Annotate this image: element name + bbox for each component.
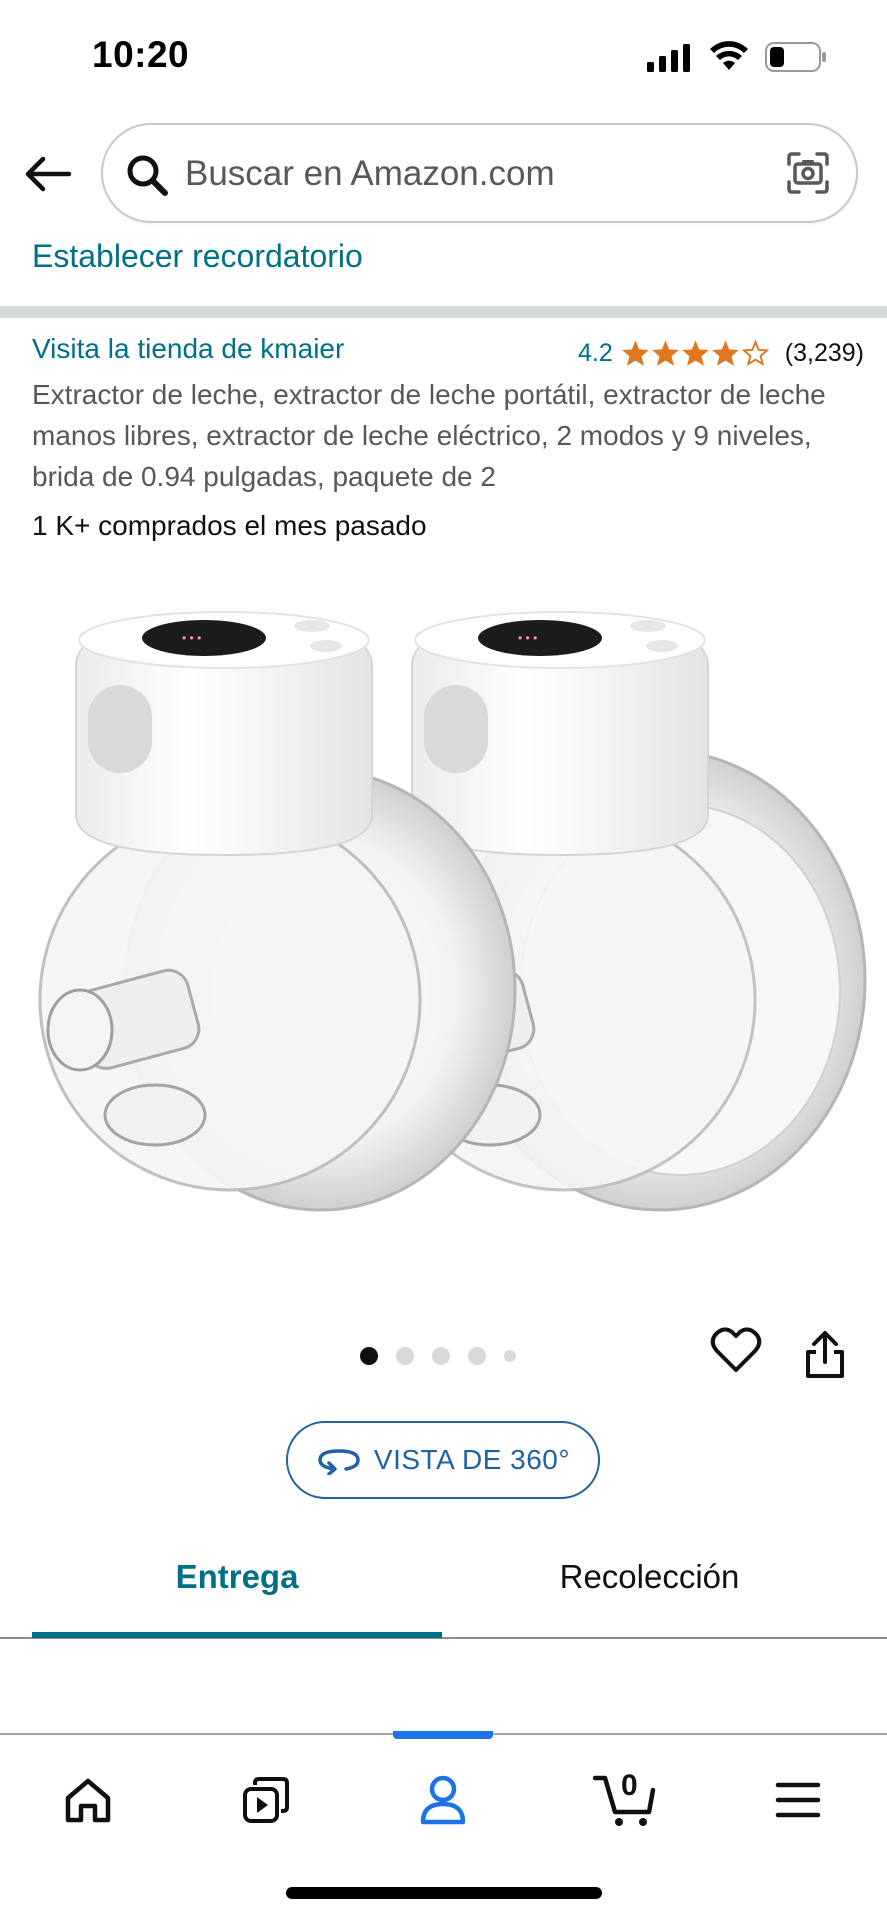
carousel-dot[interactable] — [432, 1347, 450, 1365]
nav-cart[interactable]: 0 — [585, 1765, 665, 1835]
svg-text:• • •: • • • — [518, 631, 537, 645]
svg-text:• • •: • • • — [182, 631, 201, 645]
view-360-label: VISTA DE 360° — [373, 1444, 571, 1475]
rating-stars — [621, 339, 771, 367]
star-full-icon — [681, 340, 709, 366]
search-input[interactable] — [185, 145, 745, 203]
menu-icon — [775, 1782, 821, 1818]
rating-summary[interactable]: 4.2 (3,239) — [578, 337, 864, 369]
rating-count: (3,239) — [784, 338, 864, 367]
carousel-dot[interactable] — [360, 1347, 378, 1365]
back-button[interactable] — [22, 148, 74, 200]
product-title: Extractor de leche, extractor de leche p… — [32, 379, 826, 492]
visit-store-link[interactable]: Visita la tienda de kmaier — [32, 333, 344, 365]
battery-icon — [765, 42, 826, 72]
home-icon — [65, 1778, 111, 1823]
heart-icon — [710, 1327, 762, 1372]
cellular-signal-icon — [647, 44, 690, 72]
tab-pickup[interactable]: Recolección — [442, 1558, 857, 1608]
carousel-dot[interactable] — [504, 1350, 516, 1362]
home-indicator — [286, 1887, 602, 1899]
arrow-left-icon — [25, 156, 71, 192]
star-full-icon — [621, 340, 649, 366]
nav-home[interactable] — [53, 1765, 123, 1835]
tab-delivery[interactable]: Entrega — [32, 1558, 442, 1608]
active-nav-indicator — [393, 1731, 493, 1739]
nav-menu[interactable] — [763, 1765, 833, 1835]
search-icon — [127, 155, 168, 196]
video-icon — [243, 1777, 289, 1823]
rating-value: 4.2 — [578, 338, 613, 367]
view-360-button[interactable]: VISTA DE 360° — [286, 1421, 600, 1499]
status-time: 10:20 — [92, 34, 190, 75]
star-full-icon — [711, 340, 739, 366]
image-carousel-dots[interactable] — [360, 1347, 534, 1365]
star-empty-icon — [741, 339, 770, 367]
carousel-dot[interactable] — [396, 1347, 414, 1365]
add-to-list-button[interactable] — [710, 1326, 762, 1378]
active-tab-indicator — [32, 1632, 442, 1638]
status-bar: 10:20 — [0, 0, 887, 118]
rotate-360-icon — [318, 1449, 360, 1475]
star-full-icon — [651, 340, 679, 366]
nav-video[interactable] — [231, 1765, 301, 1835]
share-button[interactable] — [803, 1330, 851, 1382]
wifi-icon — [710, 41, 748, 70]
purchase-count-text: 1 K+ comprados el mes pasado — [32, 510, 427, 541]
carousel-dot[interactable] — [468, 1347, 486, 1365]
nav-account[interactable] — [408, 1765, 478, 1835]
search-box[interactable] — [101, 123, 858, 223]
set-reminder-link[interactable]: Establecer recordatorio — [32, 238, 363, 275]
share-icon — [806, 1331, 844, 1378]
section-divider — [0, 306, 887, 318]
cart-count: 0 — [621, 1769, 638, 1802]
product-image[interactable]: • • • • • • — [20, 590, 870, 1250]
camera-search-icon[interactable] — [786, 151, 830, 195]
account-icon — [420, 1775, 466, 1825]
